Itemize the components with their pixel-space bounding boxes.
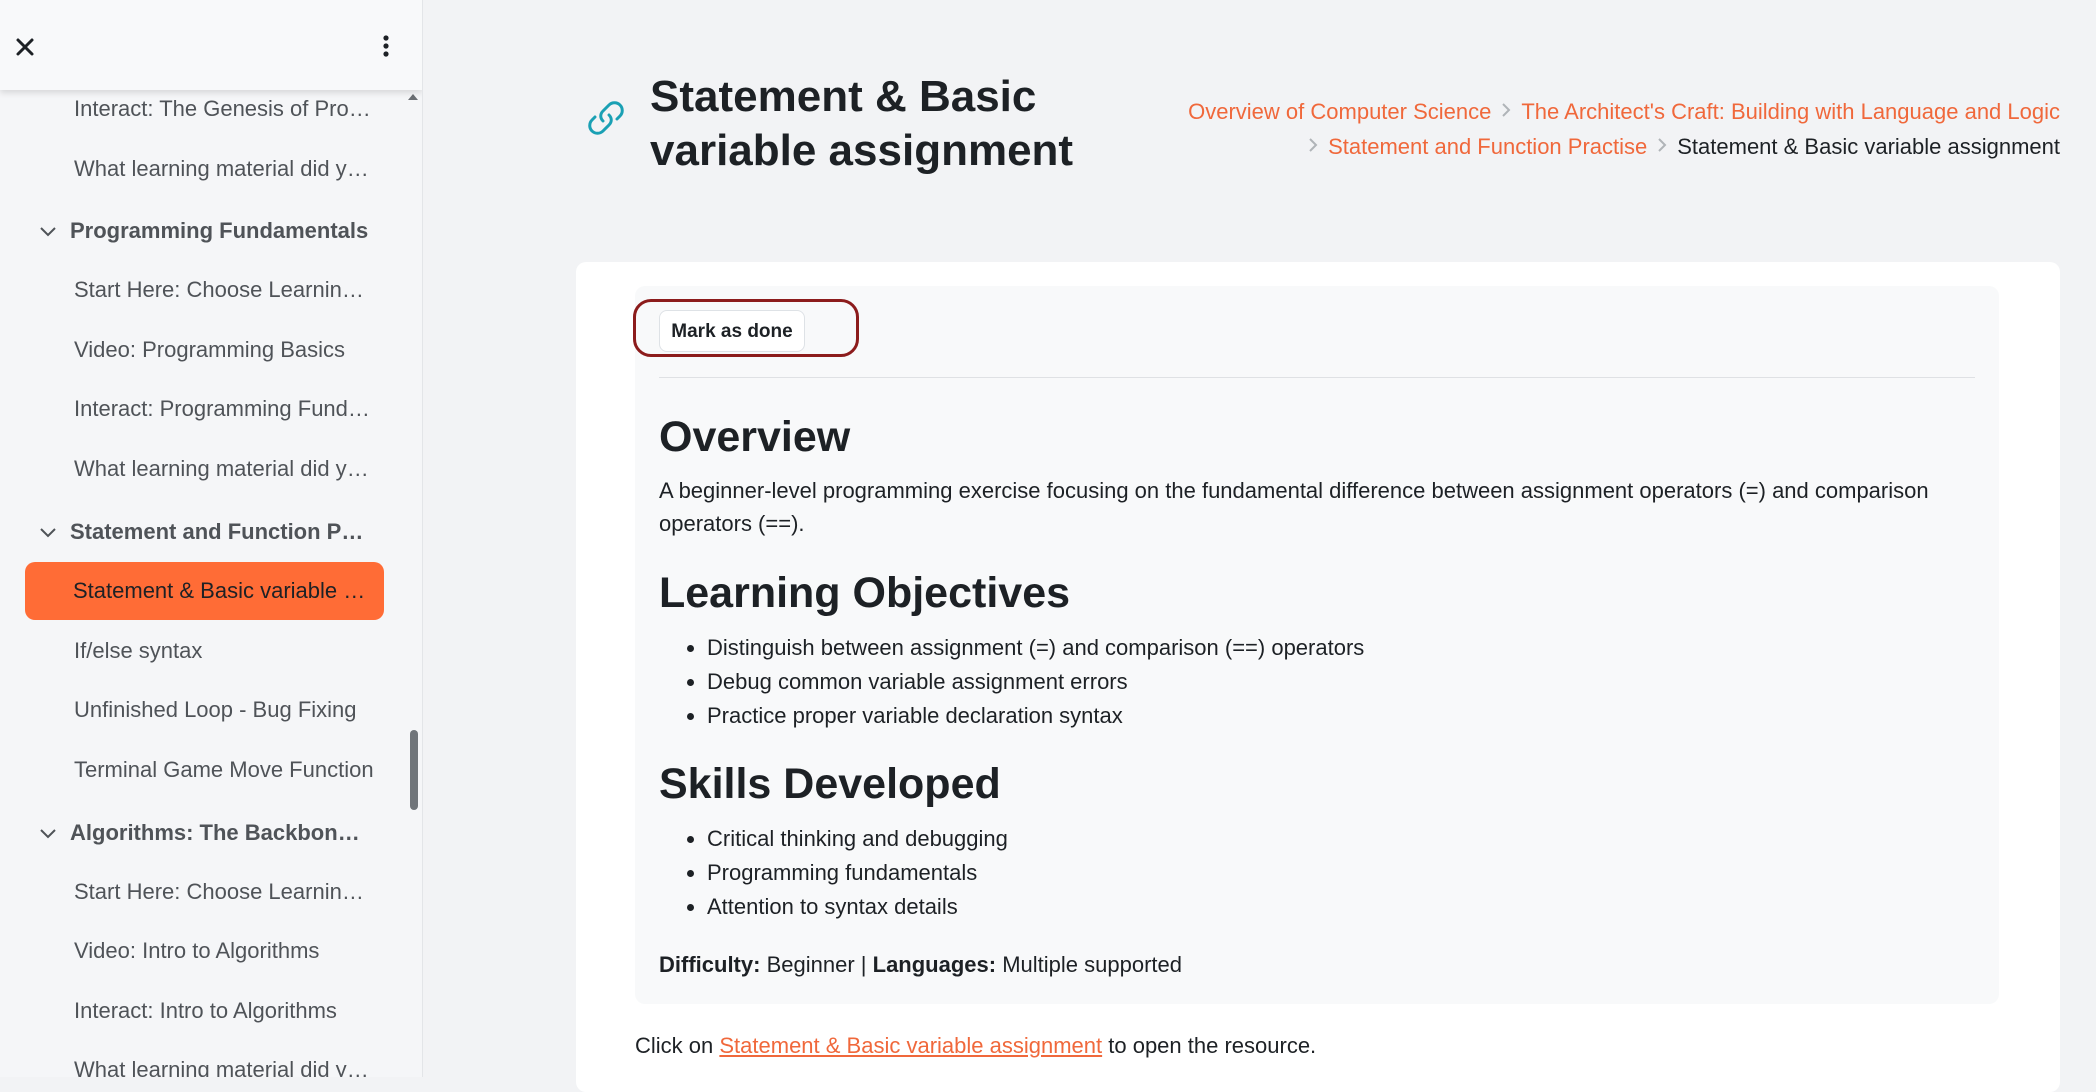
breadcrumb-current: Statement & Basic variable assignment xyxy=(1677,134,2060,159)
learning-objectives-heading: Learning Objectives xyxy=(659,569,1071,617)
divider xyxy=(659,377,1975,378)
list-item: Distinguish between assignment (=) and c… xyxy=(707,631,1364,665)
close-icon xyxy=(16,38,34,56)
sidebar-item[interactable]: Start Here: Choose Learning Path xyxy=(74,872,374,912)
breadcrumb-link-subsection[interactable]: Statement and Function Practise xyxy=(1328,134,1647,159)
sidebar-item[interactable]: Terminal Game Move Function xyxy=(74,750,374,790)
sidebar-item[interactable]: What learning material did you find help… xyxy=(74,1050,374,1077)
list-item: Attention to syntax details xyxy=(707,890,1008,924)
sidebar-section-programming-fundamentals[interactable]: Programming Fundamentals xyxy=(36,210,376,250)
chevron-down-icon xyxy=(40,829,56,839)
page-title: Statement & Basic variable assignment xyxy=(650,72,1074,175)
drawer-header xyxy=(0,0,422,90)
difficulty-value: Beginner xyxy=(766,952,855,977)
overview-text: A beginner-level programming exercise fo… xyxy=(659,478,1929,536)
instruction-suffix: to open the resource. xyxy=(1108,1033,1317,1058)
sidebar-section-statement-and-function-practise[interactable]: Statement and Function Practise xyxy=(36,511,376,551)
overview-heading: Overview xyxy=(659,413,851,461)
breadcrumb: Overview of Computer Science The Architec… xyxy=(1080,94,2060,164)
objectives-list: Distinguish between assignment (=) and c… xyxy=(659,631,1364,733)
scroll-up-arrow-icon[interactable] xyxy=(406,90,420,104)
skills-developed-heading: Skills Developed xyxy=(659,760,1001,808)
instruction-prefix: Click on xyxy=(635,1033,714,1058)
meta-separator: | xyxy=(860,952,867,977)
sidebar-item-label: Statement & Basic variable assignment xyxy=(73,578,373,603)
languages-value: Multiple supported xyxy=(1002,952,1182,977)
close-drawer-button[interactable] xyxy=(12,28,40,62)
sidebar-item[interactable]: Video: Intro to Algorithms xyxy=(74,931,374,971)
sidebar-section-label: Algorithms: The Backbone of Computing xyxy=(70,820,370,846)
course-index-drawer: Interact: The Genesis of Programming Wha… xyxy=(0,0,423,1077)
activity-meta: Difficulty: Beginner | Languages: Multip… xyxy=(659,948,1182,982)
drawer-options-button[interactable] xyxy=(372,28,400,62)
sidebar-item[interactable]: What learning material did you find help… xyxy=(74,149,374,189)
list-item: Critical thinking and debugging xyxy=(707,822,1008,856)
sidebar-scrollbar[interactable] xyxy=(410,730,418,810)
sidebar-item[interactable]: Interact: The Genesis of Programming xyxy=(74,89,374,129)
sidebar-item[interactable]: Video: Programming Basics xyxy=(74,330,374,370)
chevron-down-icon xyxy=(40,528,56,538)
sidebar-section-label: Programming Fundamentals xyxy=(70,218,369,244)
chevron-down-icon xyxy=(40,227,56,237)
chevron-right-icon xyxy=(1499,94,1513,129)
sidebar-item[interactable]: If/else syntax xyxy=(74,631,374,671)
list-item: Programming fundamentals xyxy=(707,856,1008,890)
breadcrumb-link-section[interactable]: The Architect's Craft: Building with Lan… xyxy=(1521,99,2060,124)
resource-instruction: Click on Statement & Basic variable assi… xyxy=(635,1029,1316,1063)
highlight-annotation xyxy=(633,299,859,357)
chevron-right-icon xyxy=(1306,129,1320,164)
languages-label: Languages: xyxy=(872,952,997,977)
list-item: Debug common variable assignment errors xyxy=(707,665,1364,699)
sidebar-item[interactable]: What learning material did you find help… xyxy=(74,449,374,489)
chevron-right-icon xyxy=(1655,129,1669,164)
skills-list: Critical thinking and debugging Programm… xyxy=(659,822,1008,924)
breadcrumb-link-course[interactable]: Overview of Computer Science xyxy=(1188,99,1491,124)
url-link-icon xyxy=(588,101,624,135)
sidebar-section-algorithms[interactable]: Algorithms: The Backbone of Computing xyxy=(36,812,376,852)
difficulty-label: Difficulty: xyxy=(659,952,761,977)
sidebar-section-label: Statement and Function Practise xyxy=(70,519,370,545)
sidebar-item-active[interactable]: Statement & Basic variable assignment xyxy=(25,562,384,620)
sidebar-item[interactable]: Start Here: Choose Learning Path xyxy=(74,270,374,310)
kebab-menu-icon xyxy=(383,35,389,57)
sidebar-item[interactable]: Interact: Intro to Algorithms xyxy=(74,991,374,1031)
resource-link[interactable]: Statement & Basic variable assignment xyxy=(719,1033,1102,1058)
sidebar-item[interactable]: Interact: Programming Fundamentals xyxy=(74,389,374,429)
sidebar-item[interactable]: Unfinished Loop - Bug Fixing xyxy=(74,690,374,730)
list-item: Practice proper variable declaration syn… xyxy=(707,699,1364,733)
